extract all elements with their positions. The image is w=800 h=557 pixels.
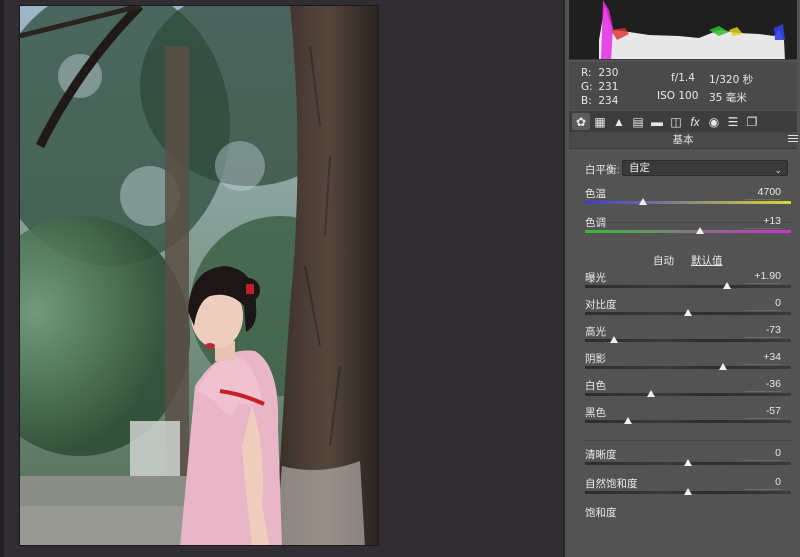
slider-label: 高光: [585, 326, 606, 338]
slider-0: 色温 4700: [585, 186, 791, 212]
white-balance-label: 白平衡:: [585, 164, 620, 176]
photo-image: [20, 6, 378, 545]
slider-label: 曝光: [585, 272, 606, 284]
slider-7: 黑色 -57: [585, 405, 791, 431]
aperture-value: f/1.4: [671, 72, 695, 84]
lens-icon[interactable]: ◫: [667, 113, 685, 130]
presets-icon[interactable]: ☰: [724, 113, 742, 130]
slider-thumb[interactable]: [624, 417, 633, 424]
white-balance-select[interactable]: 自定 ⌄: [622, 160, 788, 176]
slider-label: 饱和度: [585, 507, 617, 519]
slider-4: 高光 -73: [585, 324, 791, 350]
slider-6: 白色 -36: [585, 378, 791, 404]
iso-value: ISO 100: [657, 90, 699, 102]
slider-value-input[interactable]: -36: [745, 378, 781, 392]
chevron-down-icon: ⌄: [774, 165, 782, 175]
slider-thumb[interactable]: [723, 282, 732, 289]
slider-thumb[interactable]: [638, 198, 647, 205]
slider-9: 自然饱和度 0: [585, 476, 791, 502]
slider-label: 白色: [585, 380, 606, 392]
canvas-area: [0, 0, 563, 557]
section-title: 基本: [569, 132, 797, 149]
slider-value-input[interactable]: 0: [745, 297, 781, 311]
slider-value-input[interactable]: -73: [745, 324, 781, 338]
default-button[interactable]: 默认值: [691, 253, 723, 268]
slider-5: 阴影 +34: [585, 351, 791, 377]
canvas-edge: [0, 0, 4, 557]
white-balance-value: 自定: [629, 162, 650, 174]
slider-2: 曝光 +1.90: [585, 270, 791, 296]
slider-label: 黑色: [585, 407, 606, 419]
hsl-icon[interactable]: ▤: [629, 113, 647, 130]
slider-track[interactable]: [585, 420, 791, 423]
snapshots-icon[interactable]: ❐: [743, 113, 761, 130]
image-info: R: 230 G: 231 B: 234 f/1.4 1/320 秒 ISO 1…: [569, 62, 797, 110]
shutter-value: 1/320 秒: [709, 74, 754, 86]
split-tone-icon[interactable]: ▬: [648, 113, 666, 130]
auto-button[interactable]: 自动: [653, 253, 674, 268]
slider-thumb[interactable]: [646, 390, 655, 397]
slider-track[interactable]: [585, 230, 791, 233]
slider-thumb[interactable]: [684, 459, 692, 466]
focal-length-value: 35 毫米: [709, 92, 747, 104]
slider-value-input[interactable]: 0: [745, 476, 781, 490]
slider-thumb[interactable]: [719, 363, 728, 370]
slider-value-input[interactable]: -57: [745, 405, 781, 419]
blue-readout: B: 234: [581, 95, 619, 107]
slider-label: 色调: [585, 217, 606, 229]
photo-preview[interactable]: [19, 5, 379, 546]
slider-track[interactable]: [585, 366, 791, 369]
slider-value-input[interactable]: 0: [745, 447, 781, 461]
auto-default-row: 自动 默认值: [569, 253, 797, 267]
slider-track[interactable]: [585, 285, 791, 288]
aperture-icon[interactable]: ✿: [572, 113, 590, 130]
slider-thumb[interactable]: [684, 309, 692, 316]
histogram-graph: [599, 0, 785, 59]
slider-thumb[interactable]: [696, 227, 705, 234]
green-readout: G: 231: [581, 81, 619, 93]
slider-track[interactable]: [585, 201, 791, 204]
slider-value-input[interactable]: +34: [745, 351, 781, 365]
white-balance-row: 白平衡: 自定 ⌄: [585, 160, 795, 176]
slider-value-input[interactable]: +1.90: [745, 270, 781, 284]
panel-tabs: ✿ ▦ ▲ ▤ ▬ ◫ fx ◉ ☰ ❐: [569, 111, 797, 132]
slider-value-input[interactable]: 4700: [745, 186, 781, 200]
slider-label: 清晰度: [585, 449, 617, 461]
slider-value-input[interactable]: +13: [745, 215, 781, 229]
divider: [585, 440, 791, 441]
slider-label: 自然饱和度: [585, 478, 638, 490]
slider-1: 色调 +13: [585, 215, 791, 241]
slider-track[interactable]: [585, 393, 791, 396]
slider-label: 对比度: [585, 299, 617, 311]
slider-8: 清晰度 0: [585, 447, 791, 473]
camera-raw-panel: R: 230 G: 231 B: 234 f/1.4 1/320 秒 ISO 1…: [563, 0, 800, 557]
slider-thumb[interactable]: [609, 336, 618, 343]
panel-menu-icon[interactable]: [788, 135, 798, 145]
slider-3: 对比度 0: [585, 297, 791, 323]
camera-icon[interactable]: ◉: [705, 113, 723, 130]
slider-10: 饱和度: [585, 505, 791, 531]
slider-thumb[interactable]: [684, 488, 692, 495]
slider-label: 色温: [585, 188, 606, 200]
grid-icon[interactable]: ▦: [591, 113, 609, 130]
slider-label: 阴影: [585, 353, 606, 365]
histogram: [569, 0, 797, 60]
fx-icon[interactable]: fx: [686, 113, 704, 130]
mountain-icon[interactable]: ▲: [610, 113, 628, 130]
red-readout: R: 230: [581, 67, 619, 79]
